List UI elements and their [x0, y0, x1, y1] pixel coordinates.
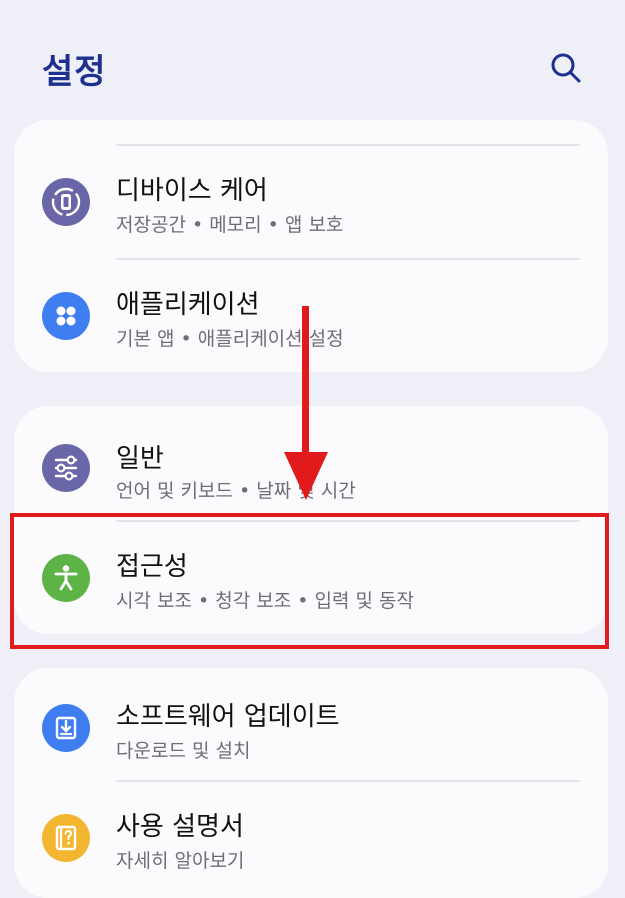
- search-button[interactable]: [546, 48, 586, 88]
- item-title: 사용 설명서: [116, 812, 244, 842]
- item-title: 디바이스 케어: [116, 176, 268, 206]
- highlight-box: [10, 513, 609, 649]
- user-manual-icon: [42, 814, 90, 862]
- divider: [116, 780, 580, 782]
- item-title: 소프트웨어 업데이트: [116, 702, 340, 732]
- item-subtitle: 자세히 알아보기: [116, 850, 245, 872]
- divider: [116, 144, 580, 146]
- item-subtitle: 저장공간 • 메모리 • 앱 보호: [116, 214, 344, 236]
- item-title: 일반: [116, 444, 164, 474]
- search-icon: [551, 53, 581, 83]
- divider: [116, 258, 580, 260]
- menu-item-software-update[interactable]: 소프트웨어 업데이트 다운로드 및 설치: [14, 674, 608, 784]
- menu-item-user-manual[interactable]: 사용 설명서 자세히 알아보기: [14, 784, 608, 894]
- apps-icon: [42, 292, 90, 340]
- header: 설정: [0, 0, 625, 120]
- menu-item-device-care[interactable]: 디바이스 케어 저장공간 • 메모리 • 앱 보호: [14, 148, 608, 258]
- down-arrow-annotation: [284, 306, 328, 500]
- software-update-icon: [42, 704, 90, 752]
- settings-card-3: 소프트웨어 업데이트 다운로드 및 설치 사용 설명서 자세히 알아보기: [14, 668, 608, 898]
- item-subtitle: 다운로드 및 설치: [116, 740, 251, 762]
- device-care-icon: [42, 178, 90, 226]
- page-title: 설정: [42, 52, 107, 92]
- sliders-icon: [42, 444, 90, 492]
- item-title: 애플리케이션: [116, 290, 260, 320]
